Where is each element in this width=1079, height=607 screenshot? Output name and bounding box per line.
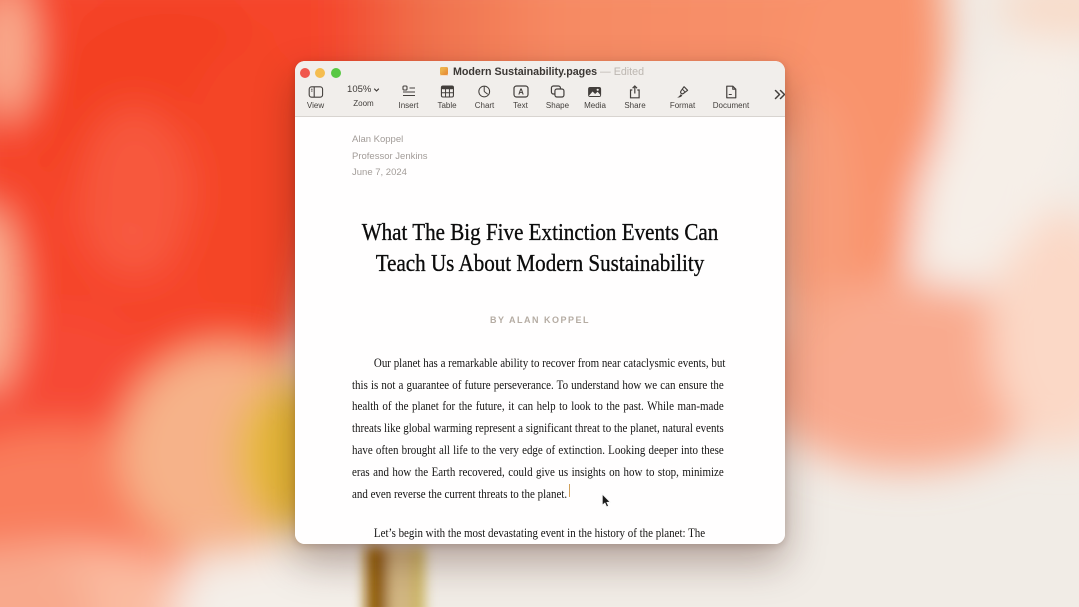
svg-text:A: A bbox=[518, 88, 524, 97]
